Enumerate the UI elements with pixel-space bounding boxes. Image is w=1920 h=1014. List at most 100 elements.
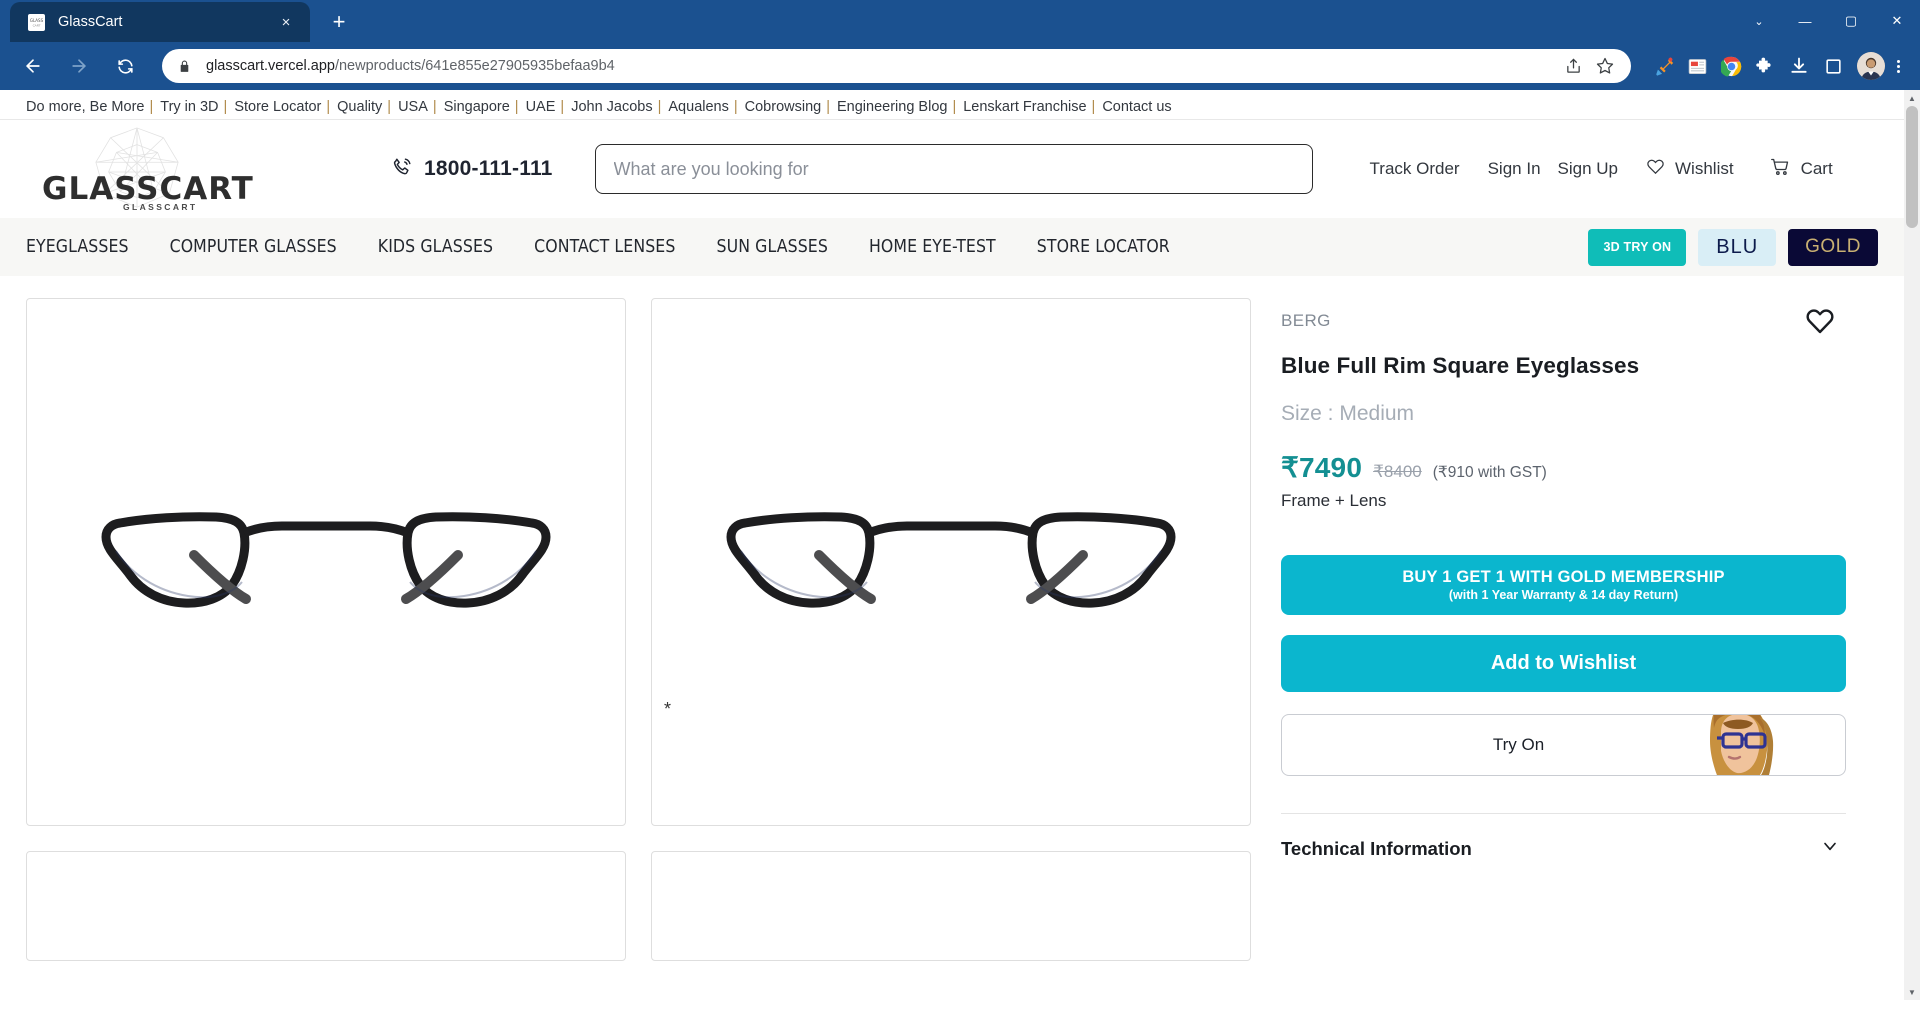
image-marker: * xyxy=(664,699,672,719)
separator: | xyxy=(733,98,738,115)
topbar-link-9[interactable]: Cobrowsing xyxy=(745,99,822,115)
topbar-link-6[interactable]: UAE xyxy=(526,99,556,115)
badge-blu[interactable]: BLU xyxy=(1698,228,1777,266)
page-title: Blue Full Rim Square Eyeglasses xyxy=(1281,353,1640,378)
news-reader-icon[interactable] xyxy=(1681,50,1713,82)
separator: | xyxy=(223,98,228,115)
topbar-link-4[interactable]: USA xyxy=(398,99,428,115)
buy-gold-membership-button[interactable]: BUY 1 GET 1 WITH GOLD MEMBERSHIP (with 1… xyxy=(1281,555,1846,615)
topbar-link-12[interactable]: Contact us xyxy=(1102,99,1171,115)
product-image-3[interactable] xyxy=(26,851,626,961)
browser-tab[interactable]: GLASS CART GlassCart × xyxy=(10,2,310,42)
category-navbar: EYEGLASSES COMPUTER GLASSES KIDS GLASSES… xyxy=(0,218,1904,276)
close-icon[interactable]: × xyxy=(274,10,298,34)
scrollbar-thumb[interactable] xyxy=(1906,106,1918,228)
add-to-wishlist-button[interactable]: Add to Wishlist xyxy=(1281,635,1846,692)
svg-text:GLASS: GLASS xyxy=(30,18,44,23)
topbar-link-1[interactable]: Try in 3D xyxy=(160,99,218,115)
phone-number: 1800-111-111 xyxy=(424,157,553,180)
nav-item-computer-glasses[interactable]: COMPUTER GLASSES xyxy=(170,237,337,257)
reload-button[interactable] xyxy=(107,48,143,84)
nav-item-sun-glasses[interactable]: SUN GLASSES xyxy=(716,237,827,257)
topbar-link-7[interactable]: John Jacobs xyxy=(571,99,652,115)
window-close-button[interactable]: ✕ xyxy=(1874,0,1920,42)
chevron-down-icon[interactable]: ⌄ xyxy=(1736,0,1782,42)
nav-item-store-locator[interactable]: STORE LOCATOR xyxy=(1037,237,1170,257)
profile-avatar[interactable] xyxy=(1857,52,1885,80)
url-text: glasscart.vercel.app/newproducts/641e855… xyxy=(206,58,615,74)
site-header: GLASSCART GLASSCART 1800-111-111 Track O… xyxy=(0,120,1904,218)
chrome-icon[interactable] xyxy=(1715,50,1747,82)
topbar-link-5[interactable]: Singapore xyxy=(444,99,510,115)
product-image-1[interactable] xyxy=(26,298,626,826)
share-icon[interactable] xyxy=(1559,52,1587,80)
eyedropper-icon[interactable] xyxy=(1647,50,1679,82)
search-box[interactable] xyxy=(594,144,1313,194)
star-icon[interactable] xyxy=(1591,52,1619,80)
kebab-menu-icon[interactable] xyxy=(1893,59,1910,73)
track-order-link[interactable]: Track Order xyxy=(1370,159,1460,179)
eyeglasses-image xyxy=(101,512,551,608)
cart-link[interactable]: Cart xyxy=(1770,156,1833,182)
nav-item-kids-glasses[interactable]: KIDS GLASSES xyxy=(378,237,493,257)
scroll-up-button[interactable]: ▲ xyxy=(1904,90,1920,106)
browser-toolbar: glasscart.vercel.app/newproducts/641e855… xyxy=(0,42,1920,90)
sign-up-link[interactable]: Sign Up xyxy=(1558,159,1618,179)
new-tab-button[interactable]: + xyxy=(322,5,356,39)
topbar-link-0[interactable]: Do more, Be More xyxy=(26,99,144,115)
try-on-button[interactable]: Try On xyxy=(1281,714,1846,776)
site-logo[interactable]: GLASSCART GLASSCART xyxy=(26,123,256,215)
scroll-down-button[interactable]: ▼ xyxy=(1904,984,1920,1000)
page-viewport: Do more, Be More | Try in 3D | Store Locat… xyxy=(0,90,1920,1000)
product-details-panel: BERG Blue Full Rim Square Eyeglasses Siz… xyxy=(1256,298,1846,961)
maximize-button[interactable]: ▢ xyxy=(1828,0,1874,42)
download-icon[interactable] xyxy=(1783,50,1815,82)
topbar-link-8[interactable]: Aqualens xyxy=(668,99,728,115)
product-image-4[interactable] xyxy=(651,851,1251,961)
heart-outline-icon[interactable] xyxy=(1804,306,1836,341)
back-button[interactable] xyxy=(15,48,51,84)
puzzle-icon[interactable] xyxy=(1749,50,1781,82)
product-page-content: * BERG Blue Full Rim Square Eyeglasses S… xyxy=(0,276,1904,961)
heart-icon xyxy=(1646,157,1665,181)
cart-label: Cart xyxy=(1800,159,1833,178)
wishlist-link[interactable]: Wishlist xyxy=(1646,157,1734,181)
tab-title: GlassCart xyxy=(58,14,123,30)
model-wearing-glasses xyxy=(1710,715,1774,775)
page-scrollbar[interactable]: ▲ ▼ xyxy=(1904,90,1920,1000)
tab-strip: GLASS CART GlassCart × + ⌄ — ▢ ✕ xyxy=(0,0,1920,42)
buy-button-line1: BUY 1 GET 1 WITH GOLD MEMBERSHIP xyxy=(1402,568,1725,586)
topbar-link-11[interactable]: Lenskart Franchise xyxy=(963,99,1086,115)
chevron-down-icon xyxy=(1820,836,1840,861)
sign-in-link[interactable]: Sign In xyxy=(1488,159,1541,179)
search-input[interactable] xyxy=(613,158,1294,180)
badge-gold[interactable]: GOLD xyxy=(1788,228,1878,266)
nav-item-eyeglasses[interactable]: EYEGLASSES xyxy=(26,237,129,257)
topbar-link-3[interactable]: Quality xyxy=(337,99,382,115)
topbar-link-10[interactable]: Engineering Blog xyxy=(837,99,947,115)
buy-button-line2: (with 1 Year Warranty & 14 day Return) xyxy=(1448,588,1679,602)
frame-lens-label: Frame + Lens xyxy=(1281,491,1387,510)
technical-information-accordion[interactable]: Technical Information xyxy=(1281,813,1846,861)
forward-button[interactable] xyxy=(61,48,97,84)
sidepanel-icon[interactable] xyxy=(1817,50,1849,82)
support-phone[interactable]: 1800-111-111 xyxy=(391,156,553,183)
minimize-button[interactable]: — xyxy=(1782,0,1828,42)
product-image-2[interactable]: * xyxy=(651,298,1251,826)
separator: | xyxy=(952,98,957,115)
topbar-link-2[interactable]: Store Locator xyxy=(234,99,321,115)
wishlist-label: Wishlist xyxy=(1675,159,1734,178)
technical-information-label: Technical Information xyxy=(1281,837,1472,859)
try-on-label: Try On xyxy=(1492,735,1545,754)
product-image-gallery: * xyxy=(26,298,1256,961)
separator: | xyxy=(560,98,565,115)
nav-item-home-eye-test[interactable]: HOME EYE-TEST xyxy=(869,237,996,257)
window-controls: ⌄ — ▢ ✕ xyxy=(1736,0,1920,42)
address-bar[interactable]: glasscart.vercel.app/newproducts/641e855… xyxy=(162,49,1631,83)
svg-text:CART: CART xyxy=(33,23,41,27)
badge-3d-try-on[interactable]: 3D TRY ON xyxy=(1588,228,1687,266)
product-mrp: ₹8400 xyxy=(1373,462,1422,481)
nav-item-contact-lenses[interactable]: CONTACT LENSES xyxy=(534,237,675,257)
header-actions: Track Order Sign In Sign Up Wishlist Car… xyxy=(1370,156,1869,182)
product-gst-note: (₹910 with GST) xyxy=(1432,464,1547,481)
